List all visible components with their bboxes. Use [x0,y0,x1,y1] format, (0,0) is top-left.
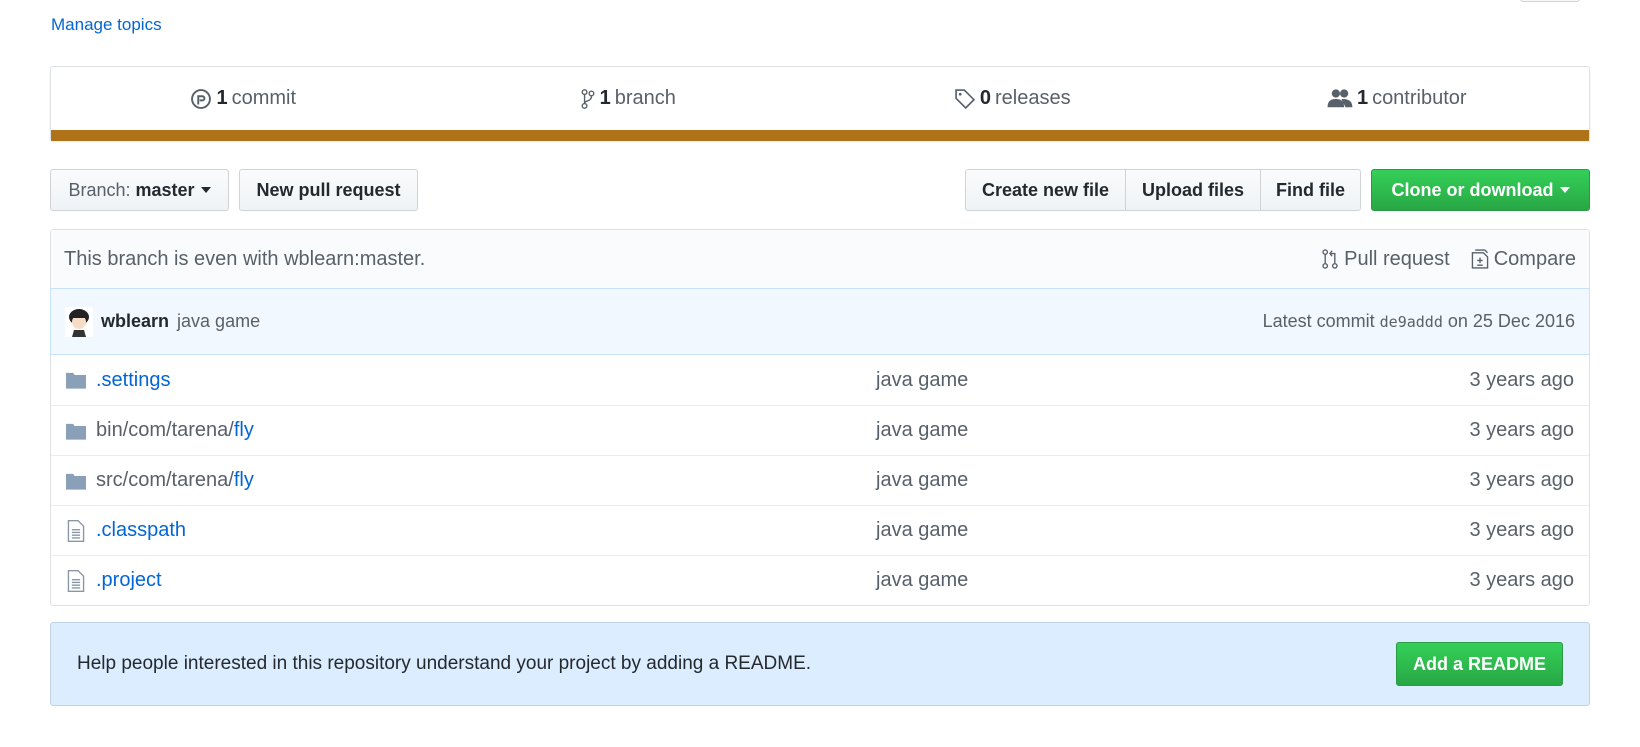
file-age: 3 years ago [1469,569,1574,591]
top-button-edge[interactable] [1520,0,1580,2]
commits-link[interactable]: 1 commit [51,87,436,110]
file-age: 3 years ago [1469,519,1574,541]
branch-select-button[interactable]: Branch: master [50,169,229,211]
commit-message[interactable]: java game [177,311,260,332]
add-readme-button[interactable]: Add a README [1395,642,1563,686]
file-commit-message[interactable]: java game [876,369,1469,392]
find-file-button[interactable]: Find file [1260,169,1361,211]
contributors-link[interactable]: 1 contributor [1205,87,1590,110]
file-link[interactable]: bin/com/tarena/fly [96,419,254,442]
avatar[interactable] [65,306,93,337]
file-commit-message[interactable]: java game [876,569,1469,592]
file-link[interactable]: .classpath [96,519,186,542]
caret-down-icon [200,187,211,193]
commit-sha[interactable]: de9addd [1380,313,1443,331]
file-icon [67,569,85,592]
new-pull-request-button[interactable]: New pull request [239,169,418,211]
folder-icon [66,423,86,440]
file-actions-group: Create new file Upload files Find file [965,169,1361,211]
upload-files-button[interactable]: Upload files [1125,169,1261,211]
branches-link[interactable]: 1 branch [436,87,821,110]
history-icon [191,88,212,109]
file-row: .classpath java game 3 years ago [51,505,1589,555]
branch-status-text: This branch is even with wblearn:master. [64,247,426,270]
releases-link[interactable]: 0 releases [820,87,1205,110]
file-age: 3 years ago [1469,469,1574,491]
repo-summary: 1 commit 1 branch 0 releases 1 contributor [50,66,1590,141]
file-age: 3 years ago [1469,368,1574,391]
clone-or-download-button[interactable]: Clone or download [1371,169,1590,211]
readme-prompt: Help people interested in this repositor… [50,622,1590,706]
branch-status-bar: This branch is even with wblearn:master.… [51,230,1589,288]
file-row: .project java game 3 years ago [51,555,1589,605]
language-bar[interactable] [51,130,1589,141]
diff-icon [1471,249,1488,269]
folder-icon [66,372,86,389]
file-commit-message[interactable]: java game [876,519,1469,542]
file-age: 3 years ago [1469,419,1574,441]
commit-author[interactable]: wblearn [101,311,169,332]
file-link[interactable]: src/com/tarena/fly [96,469,254,492]
file-row: src/com/tarena/fly java game 3 years ago [51,455,1589,505]
file-row: .settings java game 3 years ago [51,355,1589,405]
file-link[interactable]: .settings [96,369,170,392]
create-new-file-button[interactable]: Create new file [965,169,1126,211]
file-icon [67,519,85,542]
file-commit-message[interactable]: java game [876,419,1469,442]
compare-link[interactable]: Compare [1470,248,1576,271]
tag-icon [955,88,975,109]
file-row: bin/com/tarena/fly java game 3 years ago [51,405,1589,455]
manage-topics-link[interactable]: Manage topics [51,15,162,35]
file-navigation: This branch is even with wblearn:master.… [50,229,1590,606]
latest-commit-bar: wblearn java game Latest commit de9addd … [50,288,1590,355]
file-commit-message[interactable]: java game [876,469,1469,492]
file-link[interactable]: .project [96,569,162,592]
caret-down-icon [1559,187,1570,193]
commit-meta: Latest commit de9addd on 25 Dec 2016 [1262,311,1575,331]
pull-request-icon [1322,249,1338,269]
branch-icon [581,88,595,109]
people-icon [1327,88,1353,107]
pull-request-link[interactable]: Pull request [1320,248,1450,271]
folder-icon [66,473,86,490]
